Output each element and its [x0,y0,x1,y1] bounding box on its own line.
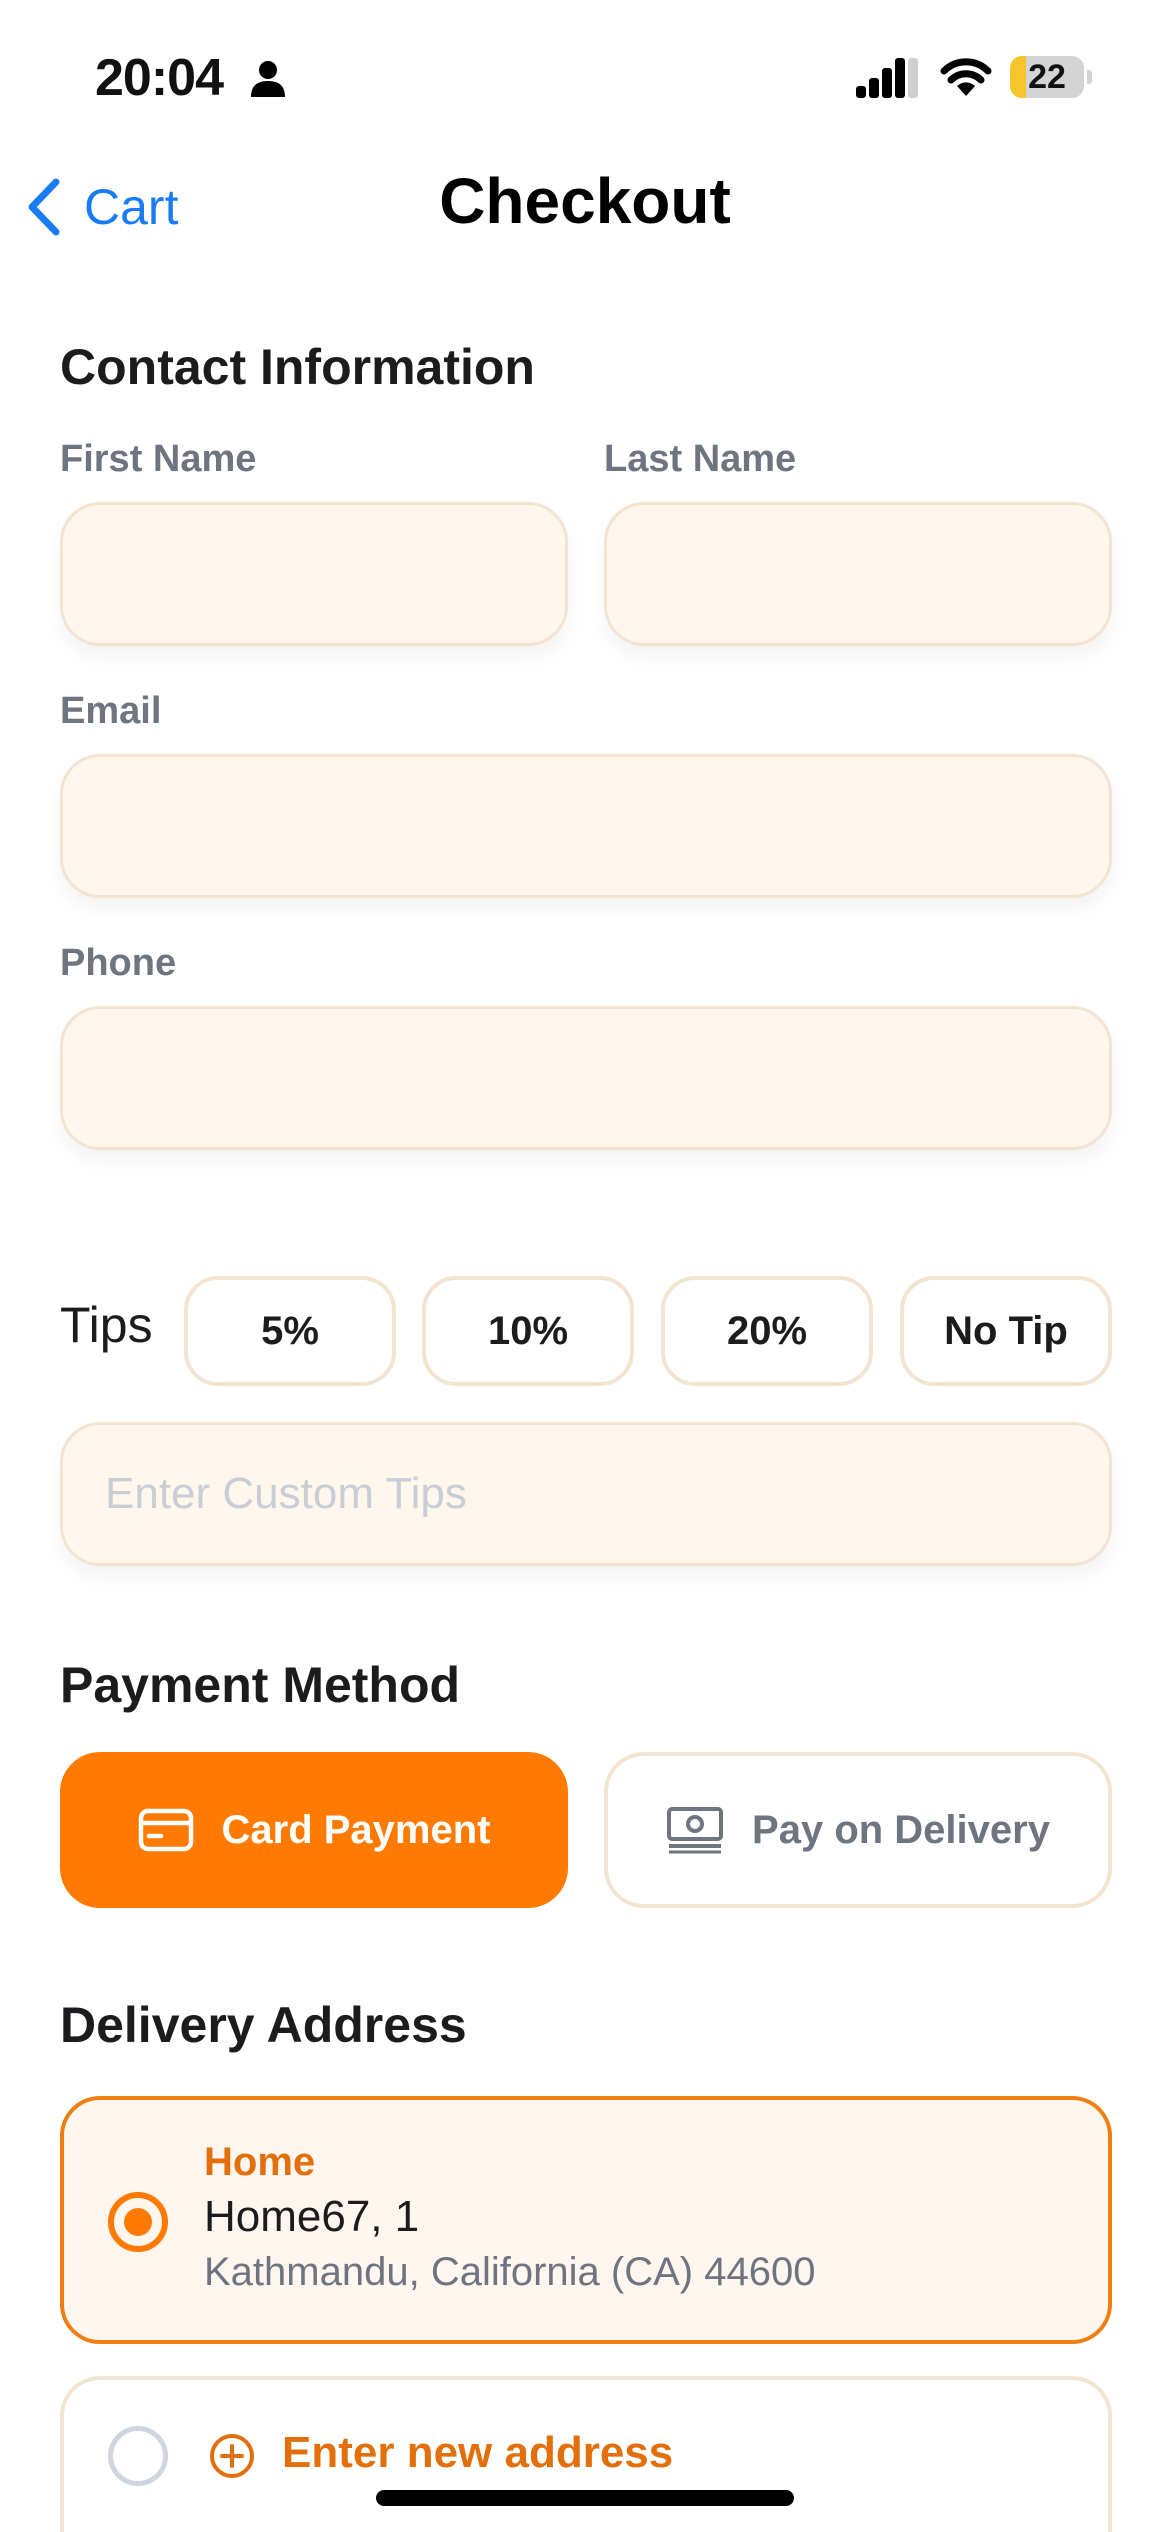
navigation-bar: Cart Checkout [0,150,1170,260]
contact-section-title: Contact Information [60,339,535,395]
card-payment-button[interactable]: Card Payment [60,1752,568,1908]
enter-new-address-label: Enter new address [282,2428,674,2477]
tip-10-percent-button[interactable]: 10% [422,1276,634,1386]
cash-icon [667,1807,724,1854]
first-name-input[interactable] [60,502,568,646]
cellular-signal-icon [856,58,918,98]
page-title: Checkout [439,165,731,237]
first-name-label: First Name [60,438,257,480]
email-input[interactable] [60,754,1112,898]
address-line2: Kathmandu, California (CA) 44600 [204,2250,816,2294]
tip-20-percent-button[interactable]: 20% [661,1276,873,1386]
no-tip-button[interactable]: No Tip [900,1276,1112,1386]
custom-tip-input[interactable] [60,1422,1112,1566]
address-section-title: Delivery Address [60,1997,467,2053]
pay-on-delivery-button[interactable]: Pay on Delivery [604,1752,1112,1908]
tip-5-percent-button[interactable]: 5% [184,1276,396,1386]
status-bar: 20:04 22 [0,0,1170,150]
phone-input[interactable] [60,1006,1112,1150]
email-label: Email [60,690,162,732]
payment-section-title: Payment Method [60,1657,461,1713]
card-payment-label: Card Payment [221,1807,491,1852]
last-name-label: Last Name [604,438,797,480]
last-name-input[interactable] [604,502,1112,646]
address-line1: Home67, 1 [204,2192,420,2241]
phone-label: Phone [60,942,177,984]
tips-label: Tips [60,1297,153,1353]
battery-indicator: 22 [1010,56,1092,98]
saved-address-card[interactable]: Home Home67, 1 Kathmandu, California (CA… [60,2096,1112,2344]
home-indicator [376,2490,794,2506]
pay-on-delivery-label: Pay on Delivery [752,1807,1050,1852]
address-radio-unselected[interactable] [108,2426,168,2486]
credit-card-icon [138,1808,193,1852]
plus-circle-icon [210,2434,254,2478]
battery-percent: 22 [1028,58,1066,96]
address-radio-selected[interactable] [108,2192,168,2252]
person-icon [251,61,285,97]
wifi-icon [940,58,992,96]
address-tag: Home [204,2140,316,2184]
status-time: 20:04 [95,49,224,107]
new-address-card[interactable]: Enter new address [60,2376,1112,2532]
checkout-screen: 20:04 22 Cart Checkout Contact Informati… [0,0,1170,2532]
